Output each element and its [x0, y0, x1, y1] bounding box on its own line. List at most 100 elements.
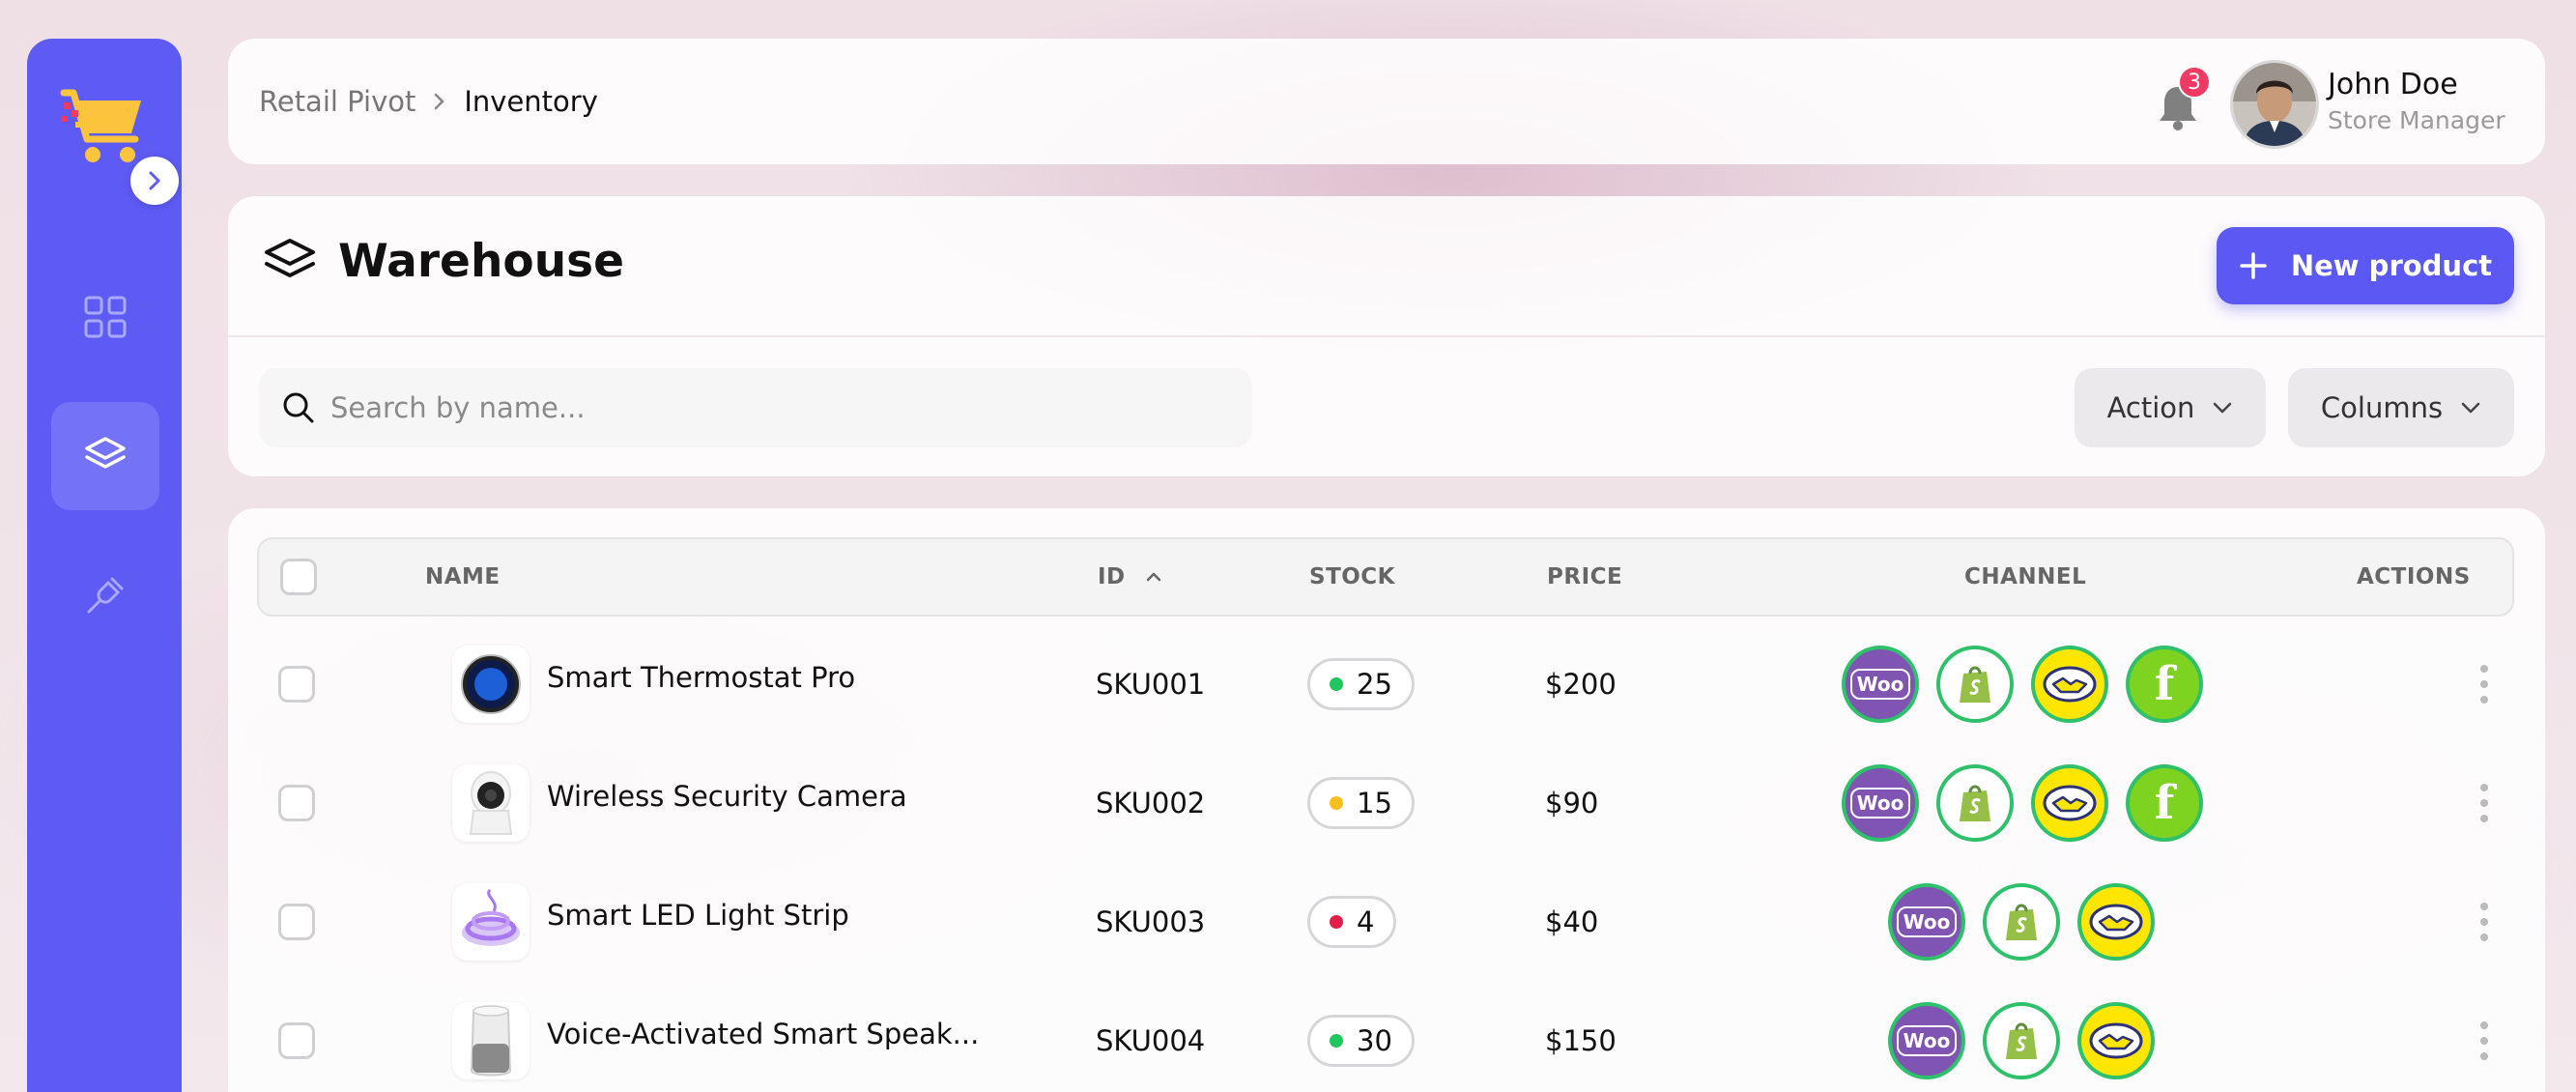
product-id: SKU002 [1096, 786, 1206, 819]
woocommerce-icon[interactable]: Woo [1842, 763, 1919, 842]
action-dropdown-label: Action [2106, 391, 2195, 424]
row-actions-menu-icon[interactable] [2479, 901, 2489, 943]
channel-list: Woo [1888, 981, 2155, 1092]
shopify-icon[interactable] [1936, 645, 2014, 723]
woocommerce-icon[interactable]: Woo [1888, 882, 1965, 961]
fruugo-logo-text: f [2154, 775, 2175, 830]
column-header-name[interactable]: NAME [425, 539, 501, 615]
shopify-icon[interactable] [1983, 1001, 2060, 1079]
fruugo-icon[interactable]: f [2126, 645, 2203, 723]
divider [228, 335, 2545, 337]
new-product-label: New product [2290, 249, 2493, 282]
product-id: SKU001 [1096, 667, 1206, 701]
breadcrumb-current: Inventory [464, 85, 598, 118]
user-name[interactable]: John Doe [2328, 68, 2458, 101]
columns-dropdown[interactable]: Columns [2288, 368, 2514, 447]
notification-count-badge: 3 [2178, 66, 2211, 99]
cart-logo-icon[interactable] [58, 85, 155, 172]
product-price: $40 [1545, 905, 1599, 938]
stock-badge: 15 [1307, 776, 1415, 829]
woocommerce-icon[interactable]: Woo [1842, 645, 1919, 723]
breadcrumb-chevron-icon [433, 92, 446, 111]
row-actions-menu-icon[interactable] [2479, 782, 2489, 824]
product-name[interactable]: Smart LED Light Strip [547, 862, 849, 968]
shopify-icon[interactable] [1936, 763, 2014, 842]
mercadolibre-icon[interactable] [2077, 882, 2155, 961]
stock-value: 15 [1357, 786, 1392, 819]
columns-dropdown-label: Columns [2320, 391, 2444, 424]
row-checkbox[interactable] [278, 904, 315, 940]
column-header-channel: CHANNEL [1964, 564, 2087, 589]
chevron-down-icon [2461, 402, 2480, 414]
stock-badge: 30 [1307, 1014, 1415, 1067]
row-actions-menu-icon[interactable] [2479, 1020, 2489, 1062]
channel-list: Woo f [1842, 624, 2203, 743]
breadcrumb-root[interactable]: Retail Pivot [259, 85, 415, 118]
stock-status-dot [1330, 676, 1343, 691]
inventory-table: NAME ID STOCK PRICE CHANNEL ACTIONS Smar… [228, 508, 2545, 1092]
sidebar-item-warehouse[interactable] [51, 402, 159, 510]
product-name[interactable]: Voice-Activated Smart Speak... [547, 981, 979, 1087]
user-avatar[interactable] [2230, 60, 2319, 149]
stock-cell: 25 [1307, 624, 1415, 743]
page-title: Warehouse [338, 235, 624, 288]
stock-status-dot [1330, 1033, 1343, 1048]
page-heading: Warehouse [263, 235, 624, 288]
sidebar-item-integrations[interactable] [51, 541, 159, 649]
user-role: Store Manager [2328, 106, 2505, 134]
search-input[interactable] [330, 391, 1200, 424]
action-dropdown[interactable]: Action [2075, 368, 2266, 447]
column-header-id-label: ID [1098, 564, 1126, 589]
plus-icon [2240, 252, 2267, 279]
product-thumbnail-led-strip [452, 883, 530, 961]
sidebar-item-dashboard[interactable] [51, 263, 159, 371]
channel-list: Woo f [1842, 743, 2203, 862]
row-actions-menu-icon[interactable] [2479, 663, 2489, 705]
product-name[interactable]: Smart Thermostat Pro [547, 624, 855, 731]
table-row[interactable]: Wireless Security Camera SKU002 15 $90 W… [257, 743, 2514, 862]
mercadolibre-icon[interactable] [2031, 645, 2108, 723]
notifications-button[interactable]: 3 [2157, 66, 2211, 133]
sort-ascending-icon [1146, 572, 1160, 582]
select-all-checkbox[interactable] [280, 559, 317, 595]
top-header: Retail Pivot Inventory 3 John Doe Store … [228, 39, 2545, 164]
product-name[interactable]: Wireless Security Camera [547, 743, 907, 849]
search-icon [283, 392, 314, 423]
column-header-id[interactable]: ID [1098, 539, 1162, 615]
stock-badge: 25 [1307, 657, 1415, 710]
product-price: $90 [1545, 786, 1599, 819]
chevron-down-icon [2214, 402, 2232, 414]
woocommerce-icon[interactable]: Woo [1888, 1001, 1965, 1079]
stock-value: 25 [1357, 667, 1392, 701]
new-product-button[interactable]: New product [2217, 227, 2514, 304]
shopify-icon[interactable] [1983, 882, 2060, 961]
stock-badge: 4 [1307, 895, 1397, 948]
row-checkbox[interactable] [278, 1022, 315, 1059]
row-checkbox[interactable] [278, 666, 315, 703]
grid-icon [84, 296, 127, 338]
stock-cell: 15 [1307, 743, 1415, 862]
table-row[interactable]: Smart Thermostat Pro SKU001 25 $200 Woo … [257, 624, 2514, 743]
fruugo-icon[interactable]: f [2126, 763, 2203, 842]
mercadolibre-icon[interactable] [2031, 763, 2108, 842]
column-header-stock[interactable]: STOCK [1309, 539, 1395, 615]
mercadolibre-icon[interactable] [2077, 1001, 2155, 1079]
column-header-actions: ACTIONS [2357, 564, 2471, 589]
row-checkbox[interactable] [278, 785, 315, 821]
stock-cell: 4 [1307, 862, 1397, 981]
layers-icon [265, 238, 315, 277]
woocommerce-logo-text: Woo [1849, 787, 1911, 819]
search-field[interactable] [259, 368, 1252, 447]
woocommerce-logo-text: Woo [1849, 668, 1911, 700]
channel-list: Woo [1888, 862, 2155, 981]
column-header-price[interactable]: PRICE [1547, 539, 1622, 615]
breadcrumb: Retail Pivot Inventory [259, 39, 598, 164]
product-thumbnail-camera [452, 764, 530, 842]
table-row[interactable]: Voice-Activated Smart Speak... SKU004 30… [257, 981, 2514, 1092]
warehouse-toolbar: Warehouse New product Action Columns [228, 196, 2545, 476]
sidebar-expand-button[interactable] [130, 157, 179, 205]
stock-cell: 30 [1307, 981, 1415, 1092]
stock-value: 4 [1357, 905, 1375, 938]
stock-status-dot [1330, 914, 1343, 929]
table-row[interactable]: Smart LED Light Strip SKU003 4 $40 Woo [257, 862, 2514, 981]
